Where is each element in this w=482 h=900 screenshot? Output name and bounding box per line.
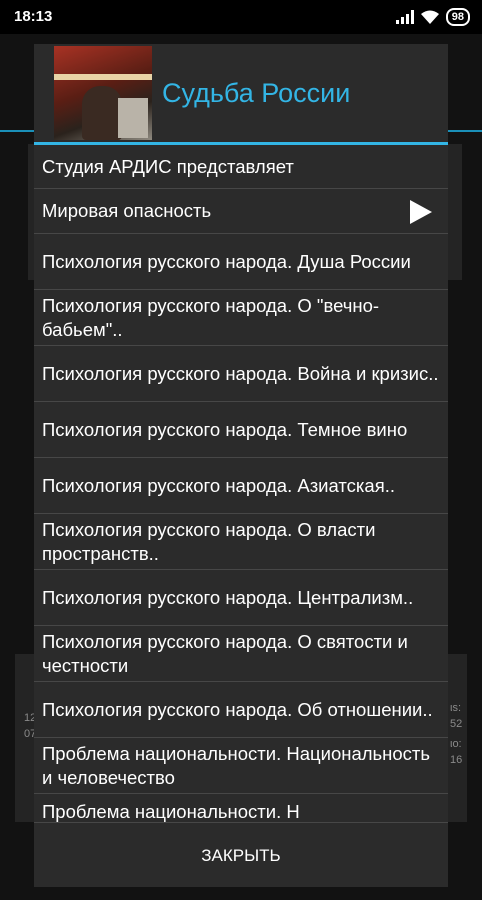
track-item[interactable]: Психология русского народа. Война и криз… <box>34 346 448 402</box>
background-number: 16 <box>450 754 463 766</box>
dialog-button-bar: ЗАКРЫТЬ <box>34 822 448 888</box>
track-label: Психология русского народа. О святости и… <box>42 630 408 676</box>
track-label: Психология русского народа. Об отношении… <box>42 698 433 720</box>
dialog-title: Судьба России <box>162 78 351 108</box>
track-item[interactable]: Психология русского народа. О власти про… <box>34 514 448 570</box>
track-label: Проблема национальности. Национальность … <box>42 742 431 788</box>
track-item[interactable]: Психология русского народа. Азиатская.. <box>34 458 448 514</box>
track-label: Психология русского народа. Война и криз… <box>42 362 439 384</box>
track-label: Психология русского народа. Централизм.. <box>42 586 414 608</box>
track-list[interactable]: Студия АРДИС представляет Мировая опасно… <box>34 145 448 822</box>
track-label: Студия АРДИС представляет <box>42 155 294 177</box>
track-label: Мировая опасность <box>42 200 212 221</box>
track-item[interactable]: Проблема национальности. Национальность … <box>34 738 448 794</box>
track-list-dialog: Судьба России Студия АРДИС представляет … <box>34 44 448 887</box>
track-item[interactable]: Психология русского народа. Темное вино <box>34 402 448 458</box>
play-icon <box>410 200 432 224</box>
status-time: 18:13 <box>14 8 53 25</box>
track-label: Психология русского народа. Душа России <box>42 250 411 272</box>
track-item[interactable]: Студия АРДИС представляет <box>34 145 448 189</box>
track-label: Психология русского народа. Азиатская.. <box>42 474 395 496</box>
track-item[interactable]: Психология русского народа. Об отношении… <box>34 682 448 738</box>
album-cover-image <box>54 46 152 140</box>
track-item[interactable]: Психология русского народа. Централизм.. <box>34 570 448 626</box>
wifi-icon <box>420 10 439 24</box>
track-item[interactable]: Психология русского народа. Душа России <box>34 234 448 290</box>
track-label: Психология русского народа. Темное вино <box>42 418 408 440</box>
status-icons: 98 <box>395 8 470 26</box>
background-number: ιo: <box>450 738 462 750</box>
track-label: Психология русского народа. О власти про… <box>42 518 376 564</box>
status-bar: 18:13 98 <box>0 0 482 34</box>
dialog-header: Судьба России <box>34 44 448 142</box>
close-button[interactable]: ЗАКРЫТЬ <box>34 823 448 888</box>
track-label: Психология русского народа. О "вечно-баб… <box>42 294 380 340</box>
signal-icon <box>395 10 414 24</box>
track-item[interactable]: Психология русского народа. О святости и… <box>34 626 448 682</box>
track-item[interactable]: Психология русского народа. О "вечно-баб… <box>34 290 448 346</box>
track-item[interactable]: Проблема национальности. Н <box>34 794 448 822</box>
track-label: Проблема национальности. Н <box>42 801 300 822</box>
track-item-playing[interactable]: Мировая опасность <box>34 189 448 234</box>
battery-indicator: 98 <box>445 8 470 26</box>
background-number: ιs: <box>450 702 461 714</box>
background-number: 52 <box>450 718 463 730</box>
